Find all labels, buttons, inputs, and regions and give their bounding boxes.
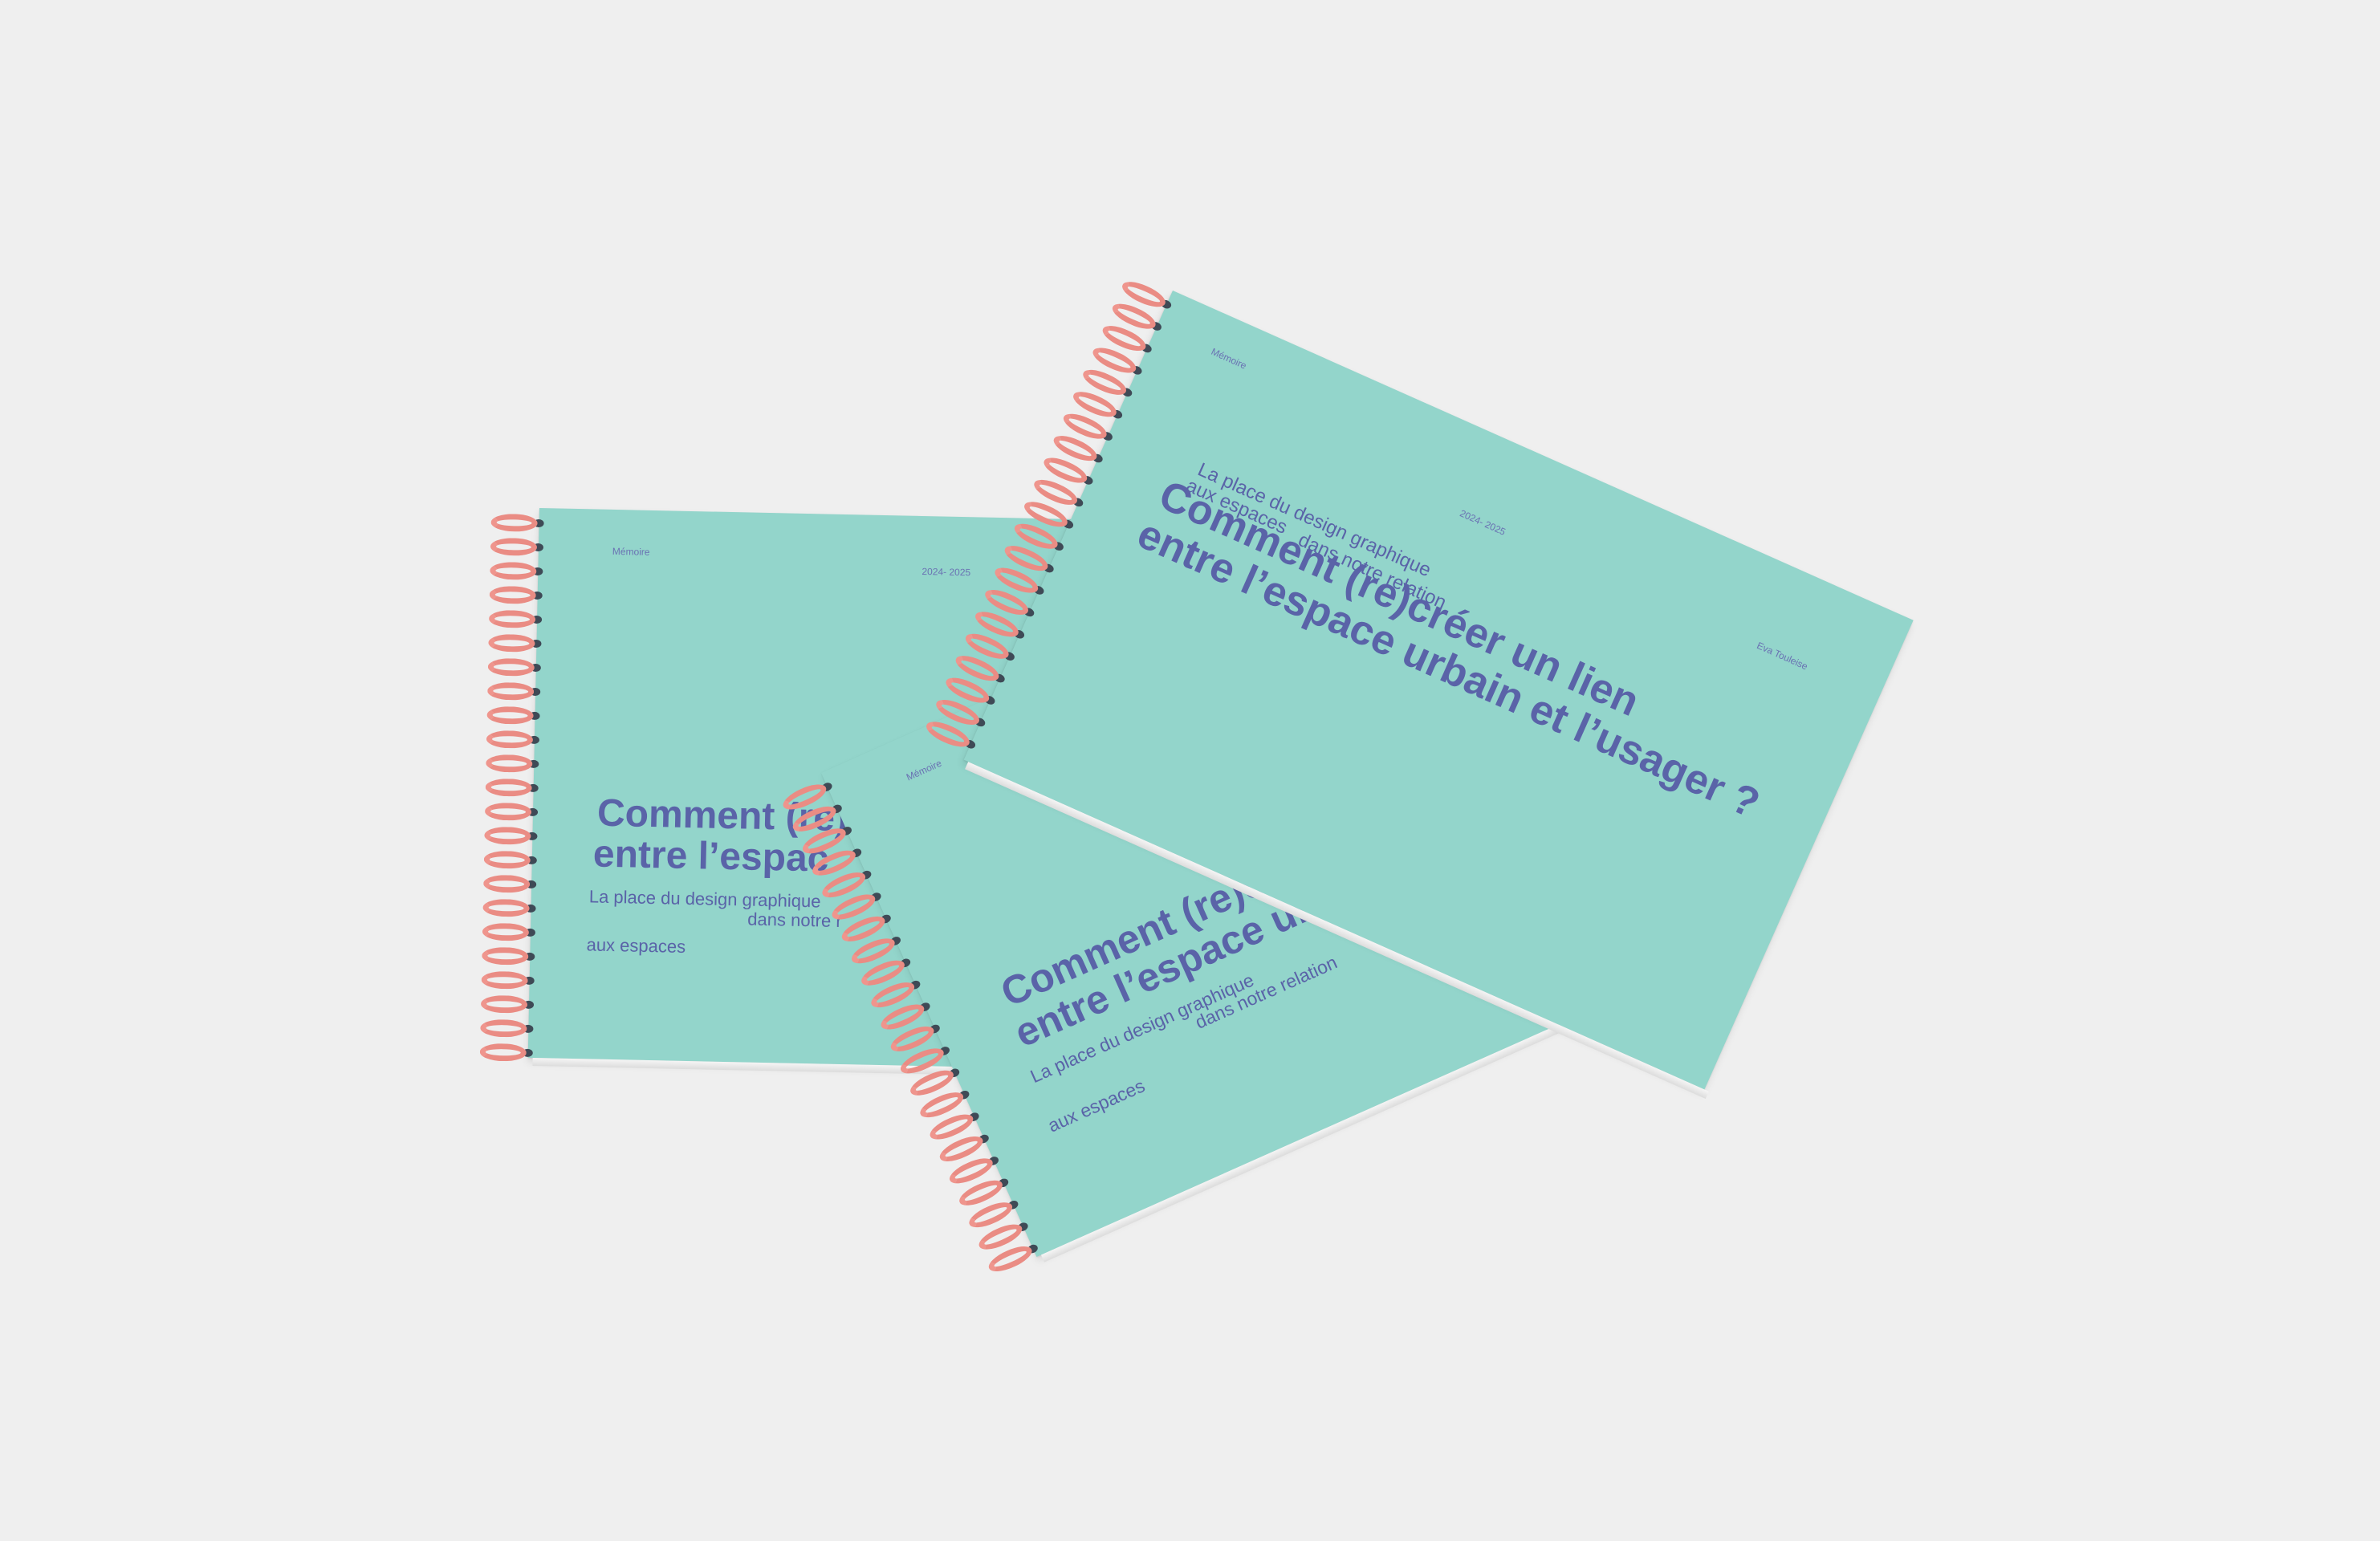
cover-author: Eva Touleise: [1755, 640, 1810, 673]
cover-label: Mémoire: [904, 757, 944, 783]
cover-title-line2: entre l’espac: [592, 832, 829, 880]
cover-label: Mémoire: [1209, 345, 1249, 372]
cover-label: Mémoire: [612, 545, 650, 558]
spiral-coil: [486, 730, 534, 749]
cover-subtitle-line2: dans notre r: [747, 909, 842, 931]
spiral-coil: [480, 994, 528, 1014]
cover-subtitle-line1: La place du design graphique: [588, 886, 821, 912]
cover-subtitle-line3: aux espaces: [1044, 1075, 1149, 1136]
spiral-coil: [486, 705, 534, 725]
spiral-coil: [490, 537, 538, 556]
product-mockup-scene: Mémoire 2024- 2025 Comment (re)c entre l…: [0, 0, 2380, 1541]
spiral-coil: [482, 946, 529, 966]
cover-subtitle-line3: aux espaces: [586, 934, 686, 957]
spiral-coil: [482, 898, 530, 917]
spiral-coil: [485, 778, 532, 797]
spiral-coil: [490, 513, 538, 532]
cover-title-line2: entre l’espace urbain et l’usager ?: [1130, 510, 1767, 827]
spiral-coil: [489, 585, 536, 604]
cover-year: 2024- 2025: [921, 565, 971, 579]
spiral-coil: [487, 657, 535, 677]
spiral-coil: [481, 970, 528, 990]
spiral-coil: [486, 754, 533, 773]
spiral-coil: [490, 561, 537, 580]
spiral-coil: [488, 609, 536, 628]
spiral-coil: [484, 802, 532, 821]
spiral-coil: [479, 1043, 527, 1062]
spiral-coil: [488, 633, 535, 653]
spiral-binding: [479, 507, 555, 1062]
spiral-coil: [484, 826, 531, 845]
spiral-coil: [483, 850, 531, 869]
spiral-coil: [482, 922, 530, 941]
spiral-coil: [486, 681, 535, 701]
cover-year: 2024- 2025: [1458, 507, 1507, 538]
spiral-coil: [482, 874, 531, 893]
spiral-coil: [480, 1019, 527, 1038]
